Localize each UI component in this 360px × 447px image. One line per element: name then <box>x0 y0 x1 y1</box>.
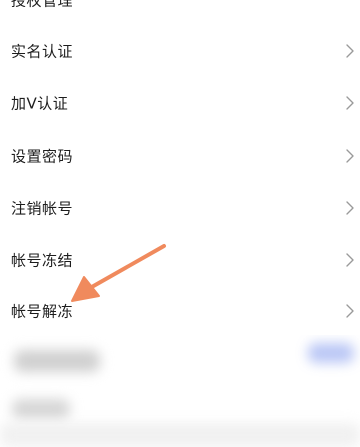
menu-item-v-verification[interactable]: 加V认证 <box>0 83 360 123</box>
chevron-right-icon <box>346 44 354 58</box>
menu-item-label: 注销帐号 <box>11 199 74 218</box>
chevron-right-icon <box>346 149 354 163</box>
blurred-block <box>14 350 100 372</box>
menu-item-freeze-account[interactable]: 帐号冻结 <box>0 240 360 280</box>
blurred-content-area <box>0 335 360 447</box>
menu-item-label: 帐号解冻 <box>11 302 74 321</box>
menu-item-real-name-verification[interactable]: 实名认证 <box>0 31 360 71</box>
menu-item-label: 帐号冻结 <box>11 251 74 270</box>
menu-item-set-password[interactable]: 设置密码 <box>0 136 360 176</box>
menu-item-unfreeze-account[interactable]: 帐号解冻 <box>0 291 360 331</box>
menu-item-label: 实名认证 <box>11 42 74 61</box>
chevron-right-icon <box>346 96 354 110</box>
blurred-block <box>12 399 70 419</box>
blurred-strip <box>0 423 360 447</box>
menu-item-auth-management[interactable]: 授权管理 <box>0 0 360 20</box>
blurred-accent-block <box>308 343 354 363</box>
menu-item-label: 设置密码 <box>11 147 74 166</box>
chevron-right-icon <box>346 253 354 267</box>
menu-item-label: 授权管理 <box>11 0 74 10</box>
menu-item-deactivate-account[interactable]: 注销帐号 <box>0 188 360 228</box>
menu-item-label: 加V认证 <box>11 94 69 113</box>
chevron-right-icon <box>346 304 354 318</box>
chevron-right-icon <box>346 201 354 215</box>
